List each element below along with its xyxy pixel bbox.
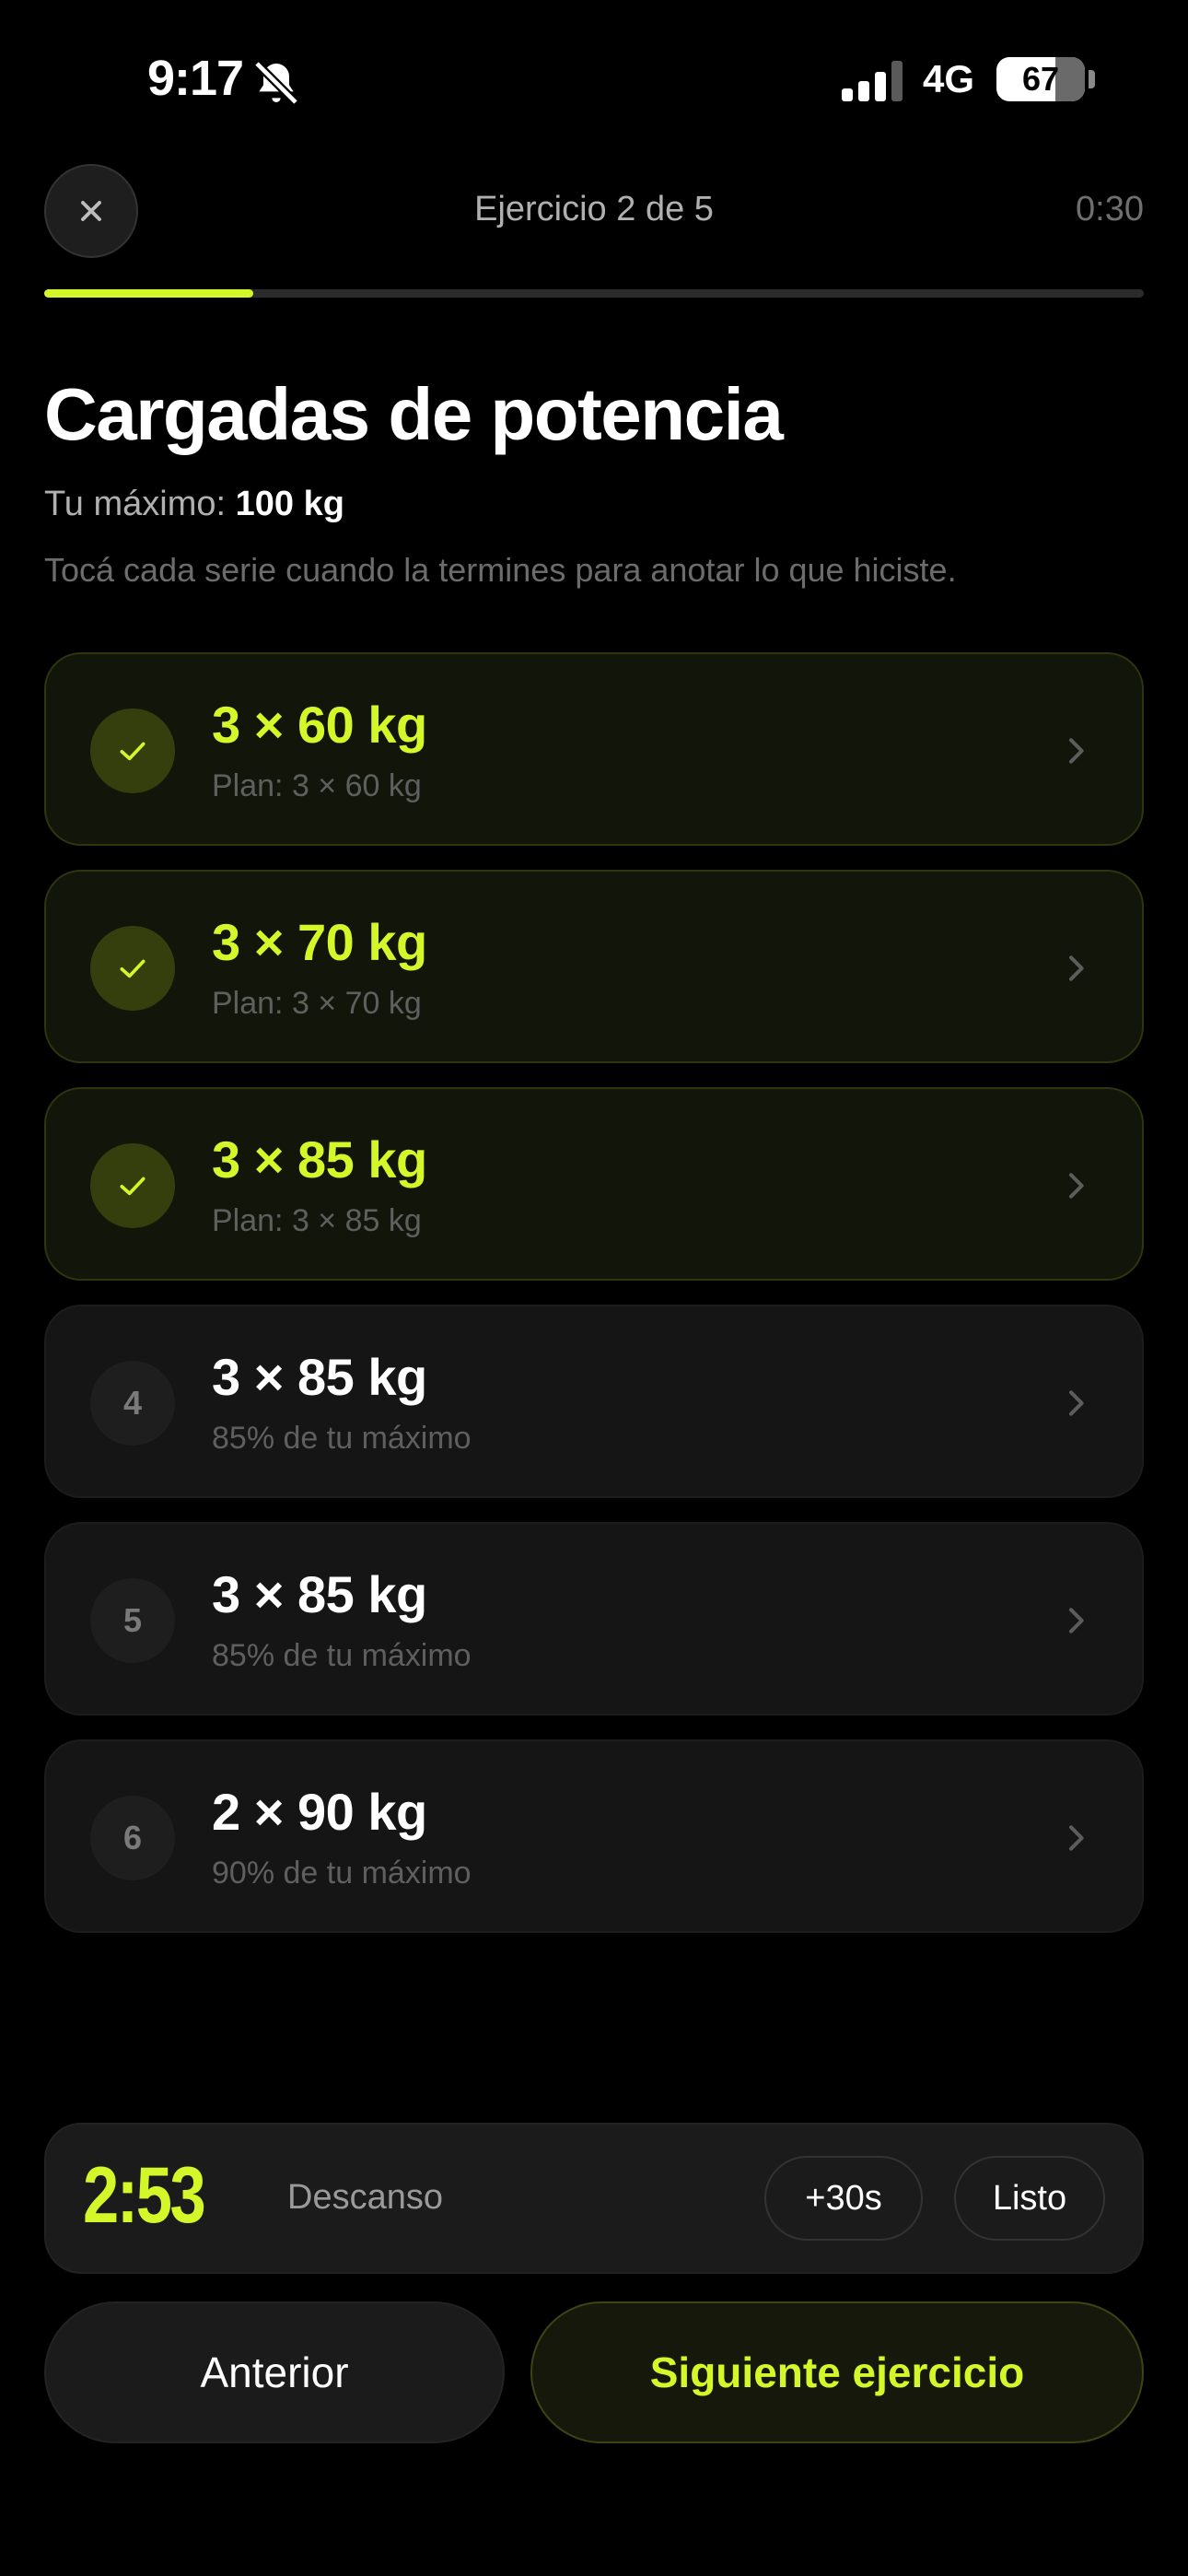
chevron-right-icon [1069, 1825, 1084, 1851]
status-time: 9:17 [147, 51, 244, 106]
set-detail: Plan: 3 × 85 kg [212, 1203, 422, 1238]
workout-progress-bar [44, 289, 1144, 298]
chevron-right-icon [1069, 1390, 1084, 1416]
workout-progress-fill [44, 289, 253, 298]
workout-screen: 9:17 4G 67 Ejercicio 2 de 5 0:30 Cargada… [0, 0, 1188, 2576]
network-label: 4G [923, 57, 975, 100]
rest-countdown: 2:53 [83, 2151, 206, 2240]
set-card[interactable]: 4 3 × 85 kg 85% de tu máximo [44, 1305, 1144, 1498]
set-number: 6 [90, 1796, 175, 1880]
set-card[interactable]: 3 × 70 kg Plan: 3 × 70 kg [44, 870, 1144, 1063]
instruction-text: Tocá cada serie cuando la termines para … [44, 551, 957, 589]
set-weight: 3 × 85 kg [212, 1348, 427, 1406]
set-weight: 2 × 90 kg [212, 1783, 427, 1841]
chevron-right-icon [1069, 738, 1084, 764]
chevron-right-icon [1069, 955, 1084, 981]
next-exercise-button[interactable]: Siguiente ejercicio [530, 2301, 1144, 2443]
rest-timer-bar: 2:53 Descanso +30s Listo [44, 2123, 1144, 2274]
set-weight: 3 × 60 kg [212, 696, 427, 754]
set-badge [90, 926, 175, 1011]
set-detail: 85% de tu máximo [212, 1638, 472, 1673]
battery-percentage: 67 [1021, 60, 1060, 98]
set-badge [90, 1143, 175, 1228]
set-weight: 3 × 85 kg [212, 1565, 427, 1623]
set-detail: 90% de tu máximo [212, 1856, 472, 1891]
elapsed-timer: 0:30 [1076, 190, 1144, 228]
max-label: Tu máximo: [44, 485, 227, 523]
rest-done-button[interactable]: Listo [954, 2156, 1105, 2241]
status-bar: 9:17 4G 67 [0, 0, 1188, 147]
battery-icon: 67 [996, 57, 1085, 101]
set-number: 4 [90, 1361, 175, 1446]
signal-icon [842, 61, 903, 101]
check-icon [120, 742, 146, 761]
chevron-right-icon [1069, 1608, 1084, 1633]
set-detail: Plan: 3 × 70 kg [212, 986, 422, 1021]
set-card[interactable]: 6 2 × 90 kg 90% de tu máximo [44, 1739, 1144, 1933]
add-30s-button[interactable]: +30s [764, 2156, 923, 2241]
previous-button[interactable]: Anterior [44, 2301, 505, 2443]
exercise-counter: Ejercicio 2 de 5 [474, 190, 714, 228]
battery-cap [1089, 70, 1095, 88]
exercise-title: Cargadas de potencia [44, 373, 784, 455]
set-card[interactable]: 5 3 × 85 kg 85% de tu máximo [44, 1522, 1144, 1715]
set-detail: Plan: 3 × 60 kg [212, 768, 422, 803]
set-number: 5 [90, 1578, 175, 1663]
set-weight: 3 × 70 kg [212, 913, 427, 971]
bell-slash-icon [253, 60, 299, 106]
check-icon [120, 1177, 146, 1196]
set-card[interactable]: 3 × 60 kg Plan: 3 × 60 kg [44, 652, 1144, 846]
set-badge [90, 708, 175, 793]
rest-label: Descanso [287, 2178, 443, 2217]
set-card[interactable]: 3 × 85 kg Plan: 3 × 85 kg [44, 1087, 1144, 1281]
check-icon [120, 959, 146, 978]
max-line: Tu máximo: 100 kg [44, 485, 344, 524]
max-value: 100 kg [235, 485, 344, 523]
chevron-right-icon [1069, 1173, 1084, 1199]
set-weight: 3 × 85 kg [212, 1130, 427, 1188]
set-detail: 85% de tu máximo [212, 1421, 472, 1456]
